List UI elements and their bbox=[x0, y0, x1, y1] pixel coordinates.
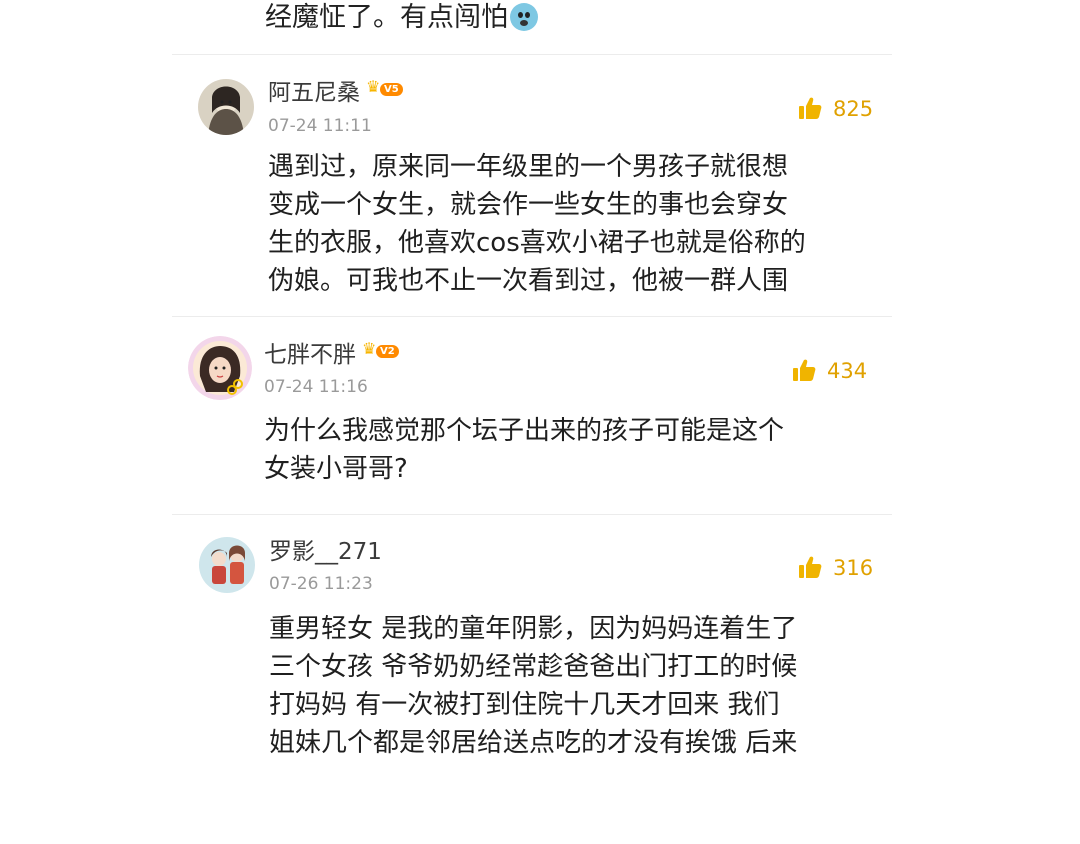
crown-icon: ♛ bbox=[362, 339, 377, 358]
like-count: 825 bbox=[833, 97, 874, 121]
comment-line: 遇到过，原来同一年级里的一个男孩子就很想 bbox=[268, 152, 789, 182]
comment-body: 为什么我感觉那个坛子出来的孩子可能是这个 女装小哥哥? bbox=[264, 412, 864, 488]
thumbs-up-icon bbox=[799, 556, 822, 578]
avatar[interactable] bbox=[199, 537, 255, 593]
divider bbox=[172, 316, 892, 317]
comment-line: 三个女孩 爷爷奶奶经常趁爸爸出门打工的时候 bbox=[269, 652, 798, 682]
comment-line: 变成一个女生，就会作一些女生的事也会穿女 bbox=[268, 190, 789, 220]
comment-line: 为什么我感觉那个坛子出来的孩子可能是这个 bbox=[264, 416, 785, 446]
comment-time: 07-24 11:16 bbox=[264, 377, 368, 397]
username[interactable]: 七胖不胖 ♛ V2 bbox=[264, 340, 406, 370]
divider bbox=[172, 514, 892, 515]
like-count: 434 bbox=[827, 359, 868, 383]
comment-body: 重男轻女 是我的童年阴影，因为妈妈连着生了 三个女孩 爷爷奶奶经常趁爸爸出门打工… bbox=[269, 610, 869, 762]
comment-time: 07-24 11:11 bbox=[268, 116, 372, 136]
comment-body: 遇到过，原来同一年级里的一个男孩子就很想 变成一个女生，就会作一些女生的事也会穿… bbox=[268, 148, 868, 300]
avatar[interactable] bbox=[198, 79, 254, 135]
comment-line: 女装小哥哥? bbox=[264, 454, 408, 484]
thumbs-up-icon bbox=[793, 359, 816, 381]
avatar[interactable] bbox=[188, 336, 252, 400]
previous-comment-text: 经魔怔了。有点闯怕 bbox=[265, 2, 508, 33]
like-count: 316 bbox=[833, 556, 874, 580]
comment-time: 07-26 11:23 bbox=[269, 574, 373, 594]
divider bbox=[172, 54, 892, 55]
fearful-face-icon bbox=[510, 3, 538, 31]
thumbs-up-icon bbox=[799, 97, 822, 119]
vip-badge: ♛ V5 bbox=[366, 79, 410, 99]
comment-line: 伪娘。可我也不止一次看到过，他被一群人围 bbox=[268, 266, 789, 296]
comment-line: 打妈妈 有一次被打到住院十几天才回来 我们 bbox=[269, 690, 780, 720]
previous-comment-tail: 经魔怔了。有点闯怕 bbox=[265, 0, 865, 36]
comment-line: 重男轻女 是我的童年阴影，因为妈妈连着生了 bbox=[269, 614, 798, 644]
comment-line: 姐妹几个都是邻居给送点吃的才没有挨饿 后来 bbox=[269, 728, 798, 758]
vip-badge: ♛ V2 bbox=[362, 341, 406, 361]
crown-icon: ♛ bbox=[366, 77, 381, 96]
username[interactable]: 阿五尼桑 ♛ V5 bbox=[268, 78, 410, 108]
username[interactable]: 罗影__271 bbox=[269, 537, 382, 567]
comment-line: 生的衣服，他喜欢cos喜欢小裙子也就是俗称的 bbox=[268, 228, 806, 258]
